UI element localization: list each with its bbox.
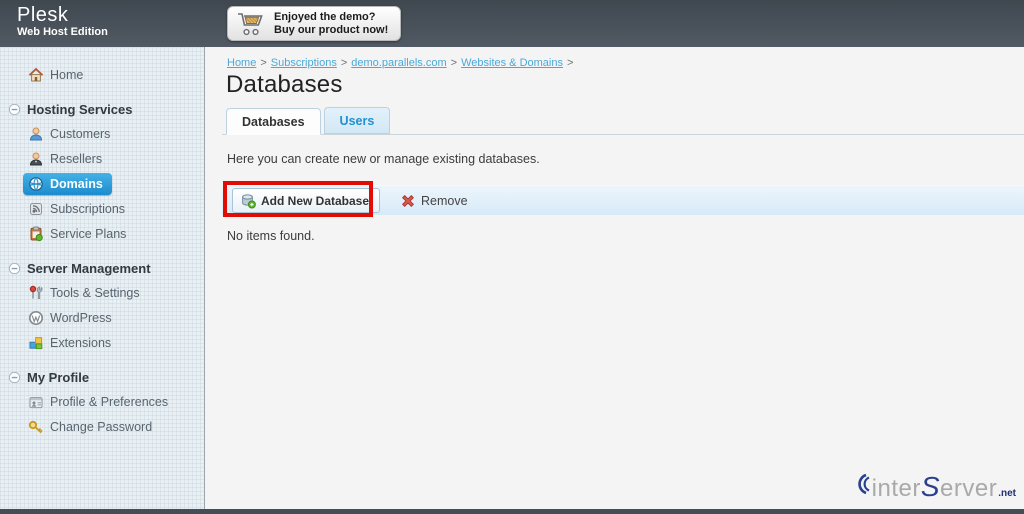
main-content: Home > Subscriptions > demo.parallels.com > We… (206, 47, 1024, 509)
collapse-icon[interactable] (8, 103, 21, 116)
sidebar-group-my-profile[interactable]: My Profile (0, 365, 204, 389)
sidebar-item-label: Service Plans (50, 226, 127, 241)
add-new-database-label: Add New Database (261, 193, 370, 208)
sidebar-item-customers[interactable]: Customers (0, 121, 204, 146)
sidebar-item-label: Extensions (50, 335, 112, 350)
sidebar-item-label: Tools & Settings (50, 285, 140, 300)
logo-product-name: Plesk (17, 4, 69, 26)
sidebar-item-label: Subscriptions (50, 201, 126, 216)
watermark-server: Server (921, 473, 997, 501)
sidebar-item-profile-preferences[interactable]: Profile & Preferences (0, 389, 204, 414)
watermark-inter: inter (871, 475, 921, 502)
toolbar: Add New Database Remove (222, 185, 1024, 215)
tab-users[interactable]: Users (323, 107, 391, 134)
sidebar-group-label: My Profile (27, 369, 90, 385)
breadcrumb: Home > Subscriptions > demo.parallels.com > We… (227, 57, 577, 69)
sidebar-item-home[interactable]: Home (0, 62, 204, 87)
sidebar-item-wordpress[interactable]: WordPress (0, 305, 204, 330)
plesk-window: Plesk Web Host Edition Enjoyed the demo?… (0, 0, 1024, 514)
sidebar-item-label: Customers (50, 126, 111, 141)
tab-bar: Databases Users (222, 107, 1024, 135)
sidebar-item-change-password[interactable]: Change Password (0, 414, 204, 439)
service-plans-icon (30, 226, 43, 241)
logo-edition: Web Host Edition (17, 26, 108, 38)
sidebar-item-label: Profile & Preferences (50, 394, 169, 409)
extensions-icon (29, 336, 43, 349)
key-icon (28, 420, 43, 433)
sidebar-item-extensions[interactable]: Extensions (0, 330, 204, 355)
collapse-icon[interactable] (8, 371, 21, 384)
sidebar-item-service-plans[interactable]: Service Plans (0, 221, 204, 246)
sidebar-item-label: Home (50, 67, 84, 82)
promo-line-2: Buy our product now! (274, 23, 389, 36)
home-icon (28, 67, 44, 81)
plesk-logo: Plesk Web Host Edition (17, 5, 108, 39)
breadcrumb-link-subscriptions[interactable]: Subscriptions (271, 57, 337, 69)
sidebar-group-hosting-services[interactable]: Hosting Services (0, 97, 204, 121)
breadcrumb-separator: > (566, 57, 574, 69)
breadcrumb-separator: > (260, 57, 267, 69)
sidebar: Home Hosting Services Customers Reseller… (0, 47, 205, 509)
interserver-mark-icon (857, 473, 870, 495)
sidebar-group-label: Server Management (27, 260, 151, 276)
customers-icon (29, 127, 43, 140)
shopping-cart-icon (238, 12, 263, 35)
profile-preferences-icon (29, 396, 43, 408)
sidebar-item-tools-settings[interactable]: Tools & Settings (0, 280, 204, 305)
promo-line-1: Enjoyed the demo? (274, 10, 376, 23)
sidebar-item-label: Resellers (50, 151, 103, 166)
tab-databases[interactable]: Databases (226, 108, 321, 135)
collapse-icon[interactable] (8, 262, 21, 275)
breadcrumb-separator: > (340, 57, 348, 69)
sidebar-item-domains[interactable]: Domains (0, 171, 204, 196)
buy-product-banner[interactable]: Enjoyed the demo? Buy our product now! (227, 6, 402, 41)
remove-x-icon (402, 194, 414, 207)
domains-icon (29, 176, 43, 191)
sidebar-item-label: Domains (50, 176, 103, 191)
resellers-icon (29, 152, 43, 165)
subscriptions-icon (30, 202, 42, 215)
watermark-net: .net (998, 488, 1016, 499)
remove-label: Remove (421, 193, 468, 208)
page-title: Databases (226, 71, 343, 98)
remove-button[interactable]: Remove (401, 194, 468, 208)
watermark-s-swoosh: S (920, 471, 941, 502)
breadcrumb-separator: > (450, 57, 458, 69)
sidebar-item-subscriptions[interactable]: Subscriptions (0, 196, 204, 221)
breadcrumb-link-home[interactable]: Home (227, 57, 256, 69)
breadcrumb-link-domain[interactable]: demo.parallels.com (351, 57, 446, 69)
wordpress-icon (28, 310, 44, 325)
sidebar-item-resellers[interactable]: Resellers (0, 146, 204, 171)
tools-settings-icon (29, 285, 43, 299)
page-description: Here you can create new or manage existi… (227, 152, 540, 166)
sidebar-group-server-management[interactable]: Server Management (0, 256, 204, 280)
empty-state-text: No items found. (227, 229, 315, 243)
watermark-server-rest: erver (940, 475, 998, 502)
sidebar-item-label: WordPress (50, 310, 112, 325)
add-database-icon (242, 193, 256, 208)
add-new-database-button[interactable]: Add New Database (232, 188, 381, 213)
window-bottom-edge (0, 509, 1024, 514)
top-header: Plesk Web Host Edition Enjoyed the demo?… (0, 0, 1024, 47)
breadcrumb-link-websites-domains[interactable]: Websites & Domains (461, 57, 563, 69)
sidebar-group-label: Hosting Services (27, 101, 133, 117)
sidebar-item-label: Change Password (50, 419, 153, 434)
interserver-watermark: inter Server .net (852, 472, 1016, 501)
